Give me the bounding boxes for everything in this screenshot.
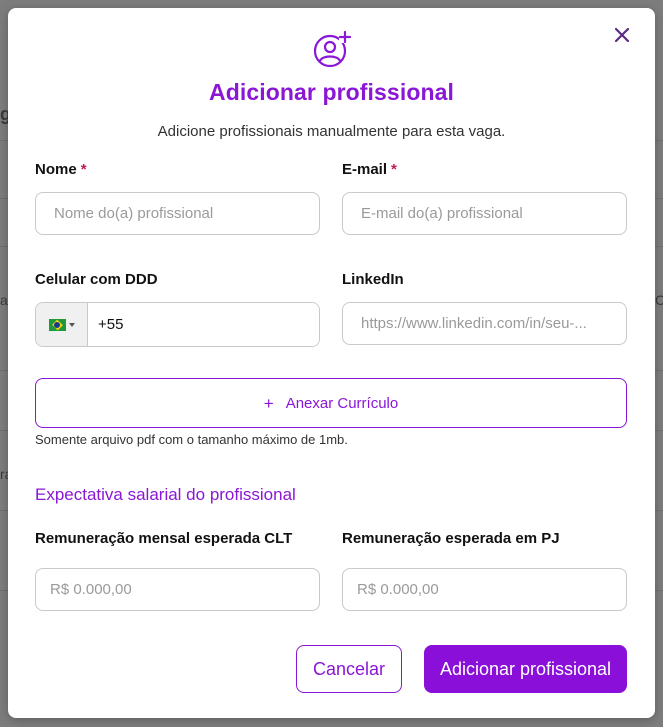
background-text: C <box>655 292 663 308</box>
email-input[interactable] <box>342 192 627 235</box>
name-label-text: Nome <box>35 161 77 178</box>
country-selector[interactable] <box>36 303 88 346</box>
clt-salary-label: Remuneração mensal esperada CLT <box>35 530 293 547</box>
cancel-button[interactable]: Cancelar <box>296 645 402 693</box>
name-label: Nome * <box>35 161 87 178</box>
required-mark: * <box>391 161 397 178</box>
chevron-down-icon <box>68 322 75 327</box>
name-input[interactable] <box>35 192 320 235</box>
clt-salary-input[interactable] <box>35 568 320 611</box>
linkedin-label: LinkedIn <box>342 271 404 288</box>
modal-subtitle: Adicione profissionais manualmente para … <box>157 123 506 140</box>
pj-salary-input[interactable] <box>342 568 627 611</box>
attach-hint: Somente arquivo pdf com o tamanho máximo… <box>35 432 348 447</box>
close-button[interactable] <box>611 24 633 46</box>
phone-input[interactable] <box>88 303 319 346</box>
attach-resume-label: Anexar Currículo <box>285 394 399 412</box>
required-mark: * <box>80 161 87 178</box>
salary-section-title: Expectativa salarial do profissional <box>35 485 296 504</box>
add-professional-button[interactable]: Adicionar profissional <box>424 645 627 693</box>
email-label: E-mail * <box>342 161 397 178</box>
attach-resume-button[interactable]: + Anexar Currículo <box>35 378 627 428</box>
add-user-icon <box>313 30 352 68</box>
phone-label: Celular com DDD <box>35 271 158 288</box>
modal-title: Adicionar profissional <box>208 79 454 105</box>
phone-field <box>35 302 320 347</box>
pj-salary-label: Remuneração esperada em PJ <box>342 530 560 547</box>
plus-icon: + <box>263 393 274 413</box>
email-label-text: E-mail <box>342 161 388 178</box>
add-professional-modal: Adicionar profissional Adicione profissi… <box>8 8 655 718</box>
linkedin-input[interactable] <box>342 302 627 345</box>
brazil-flag-icon <box>48 318 66 331</box>
close-icon <box>615 28 629 42</box>
